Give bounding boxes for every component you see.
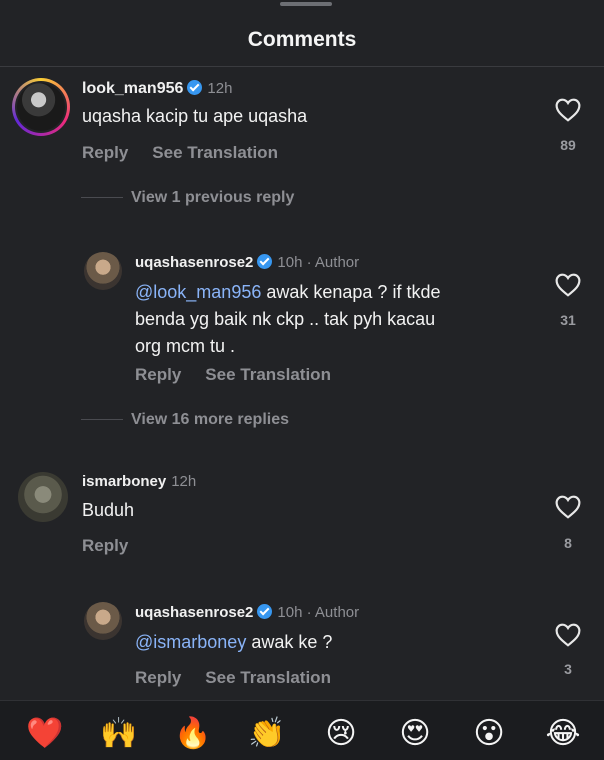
- like-count: 31: [560, 312, 576, 328]
- reply-button[interactable]: Reply: [82, 143, 128, 162]
- avatar[interactable]: [84, 252, 122, 290]
- crying-face-emoji-icon[interactable]: 😢: [319, 717, 363, 751]
- heart-icon[interactable]: [555, 623, 581, 647]
- comment-text-line: benda yg baik nk ckp .. tak pyh kacau: [135, 309, 436, 329]
- comment-text-line: org mcm tu .: [135, 336, 236, 356]
- emoji-reaction-bar: ❤️ 🙌 🔥 👏 😢 😍 😮 😂: [0, 700, 604, 760]
- comment-text: Buduh: [82, 500, 135, 520]
- username-text[interactable]: look_man956: [82, 80, 183, 97]
- comment-time: 12h: [171, 473, 197, 490]
- mention-link[interactable]: @look_man956: [135, 282, 261, 302]
- author-tag: · Author: [306, 604, 360, 621]
- comment-text: @ismarboney awak ke ?: [135, 629, 332, 656]
- username-text[interactable]: uqashasenrose2: [135, 254, 253, 271]
- avatar[interactable]: [84, 602, 122, 640]
- comment-actions: Reply See Translation: [135, 365, 355, 385]
- like-count: 89: [560, 137, 576, 153]
- comment-time: 10h: [277, 254, 303, 271]
- comment-username[interactable]: uqashasenrose2 10h · Author: [135, 254, 359, 271]
- avatar[interactable]: [12, 78, 70, 136]
- comment-text-line: awak ke ?: [246, 632, 333, 652]
- comment-time: 12h: [207, 80, 233, 97]
- comment-actions: Reply See Translation: [82, 143, 302, 163]
- see-translation-button[interactable]: See Translation: [205, 365, 331, 384]
- comment-text: uqasha kacip tu ape uqasha: [82, 106, 308, 126]
- heart-eyes-emoji-icon[interactable]: 😍: [393, 717, 437, 751]
- comment-username[interactable]: uqashasenrose2 10h · Author: [135, 604, 359, 621]
- mention-link[interactable]: @ismarboney: [135, 632, 246, 652]
- verified-badge-icon: [187, 80, 203, 95]
- comment-text: @look_man956 awak kenapa ? if tkde benda…: [135, 279, 535, 360]
- heart-icon[interactable]: [555, 495, 581, 519]
- verified-badge-icon: [257, 254, 273, 269]
- page-title: Comments: [247, 28, 357, 51]
- avatar[interactable]: [18, 472, 68, 522]
- red-heart-emoji-icon[interactable]: ❤️: [23, 717, 67, 751]
- view-replies-button[interactable]: View 1 previous reply: [131, 189, 294, 207]
- comment-username[interactable]: look_man956 12h: [82, 80, 232, 98]
- username-text[interactable]: uqashasenrose2: [135, 604, 253, 621]
- username-text[interactable]: ismarboney: [82, 473, 166, 490]
- reply-button[interactable]: Reply: [82, 536, 128, 555]
- reply-button[interactable]: Reply: [135, 365, 181, 384]
- drag-handle[interactable]: [280, 2, 332, 6]
- comment-username[interactable]: ismarboney 12h: [82, 473, 196, 490]
- comments-sheet: Comments look_man956 12h uqasha kacip tu …: [0, 0, 604, 760]
- see-translation-button[interactable]: See Translation: [205, 668, 331, 687]
- author-tag: · Author: [306, 254, 360, 271]
- comment-actions: Reply See Translation: [135, 668, 355, 688]
- comment-time: 10h: [277, 604, 303, 621]
- comment-actions: Reply: [82, 536, 152, 556]
- see-translation-button[interactable]: See Translation: [152, 143, 278, 162]
- like-count: 3: [564, 661, 572, 677]
- surprised-face-emoji-icon[interactable]: 😮: [467, 717, 511, 751]
- comment-text-line: awak kenapa ? if tkde: [261, 282, 441, 302]
- like-count: 8: [564, 535, 572, 551]
- fire-emoji-icon[interactable]: 🔥: [171, 717, 215, 751]
- tears-of-joy-emoji-icon[interactable]: 😂: [541, 717, 585, 751]
- heart-icon[interactable]: [555, 273, 581, 297]
- header-divider: [0, 66, 604, 67]
- clapping-hands-emoji-icon[interactable]: 👏: [245, 717, 289, 751]
- view-replies-button[interactable]: View 16 more replies: [131, 411, 289, 429]
- reply-button[interactable]: Reply: [135, 668, 181, 687]
- raising-hands-emoji-icon[interactable]: 🙌: [97, 717, 141, 751]
- heart-icon[interactable]: [555, 98, 581, 122]
- verified-badge-icon: [257, 604, 273, 619]
